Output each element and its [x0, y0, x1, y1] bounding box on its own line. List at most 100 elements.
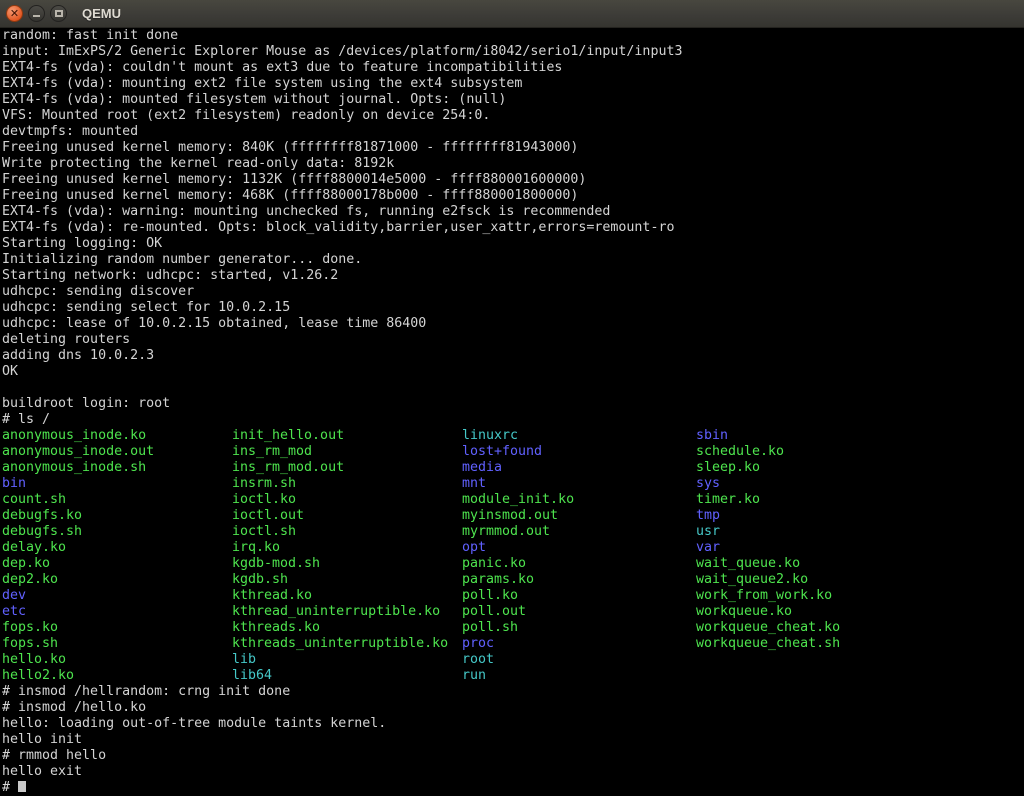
terminal-line: Freeing unused kernel memory: 468K (ffff…: [2, 188, 1024, 204]
ls-entry-exec: delay.ko: [2, 540, 232, 556]
terminal-screen[interactable]: random: fast init doneinput: ImExPS/2 Ge…: [0, 28, 1024, 796]
ls-entry-dir: tmp: [696, 508, 840, 524]
ls-entry-exec: myinsmod.out: [462, 508, 696, 524]
ls-entry-dir: bin: [2, 476, 232, 492]
ls-entry-exec: init_hello.out: [232, 428, 462, 444]
ls-entry-exec: anonymous_inode.ko: [2, 428, 232, 444]
terminal-line: hello init: [2, 732, 1024, 748]
ls-entry-link: lib: [232, 652, 462, 668]
ls-entry-exec: hello.ko: [2, 652, 232, 668]
ls-entry-exec: params.ko: [462, 572, 696, 588]
terminal-line: # rmmod hello: [2, 748, 1024, 764]
ls-entry-link: linuxrc: [462, 428, 696, 444]
minimize-icon: [33, 15, 40, 17]
ls-entry-dir: mnt: [462, 476, 696, 492]
ls-entry-exec: panic.ko: [462, 556, 696, 572]
ls-entry-exec: debugfs.sh: [2, 524, 232, 540]
ls-entry-exec: myrmmod.out: [462, 524, 696, 540]
terminal-line: buildroot login: root: [2, 396, 1024, 412]
terminal-line: # insmod /hellrandom: crng init done: [2, 684, 1024, 700]
terminal-line: devtmpfs: mounted: [2, 124, 1024, 140]
ls-entry-exec: hello2.ko: [2, 668, 232, 684]
terminal-line: udhcpc: sending discover: [2, 284, 1024, 300]
terminal-line: [2, 380, 1024, 396]
ls-entry-exec: ioctl.out: [232, 508, 462, 524]
terminal-line: adding dns 10.0.2.3: [2, 348, 1024, 364]
terminal-line: # insmod /hello.ko: [2, 700, 1024, 716]
terminal-line: udhcpc: lease of 10.0.2.15 obtained, lea…: [2, 316, 1024, 332]
ls-entry-exec: ins_rm_mod: [232, 444, 462, 460]
terminal-line: Starting network: udhcpc: started, v1.26…: [2, 268, 1024, 284]
terminal-line: Freeing unused kernel memory: 840K (ffff…: [2, 140, 1024, 156]
ls-output: anonymous_inode.koanonymous_inode.outano…: [2, 428, 1024, 684]
ls-entry-dir: sys: [696, 476, 840, 492]
ls-entry-exec: kthread_uninterruptible.ko: [232, 604, 462, 620]
terminal-line: # ls /: [2, 412, 1024, 428]
prompt-line: #: [2, 780, 1024, 796]
ls-entry-exec: count.sh: [2, 492, 232, 508]
ls-entry-exec: workqueue_cheat.sh: [696, 636, 840, 652]
ls-entry-dir: var: [696, 540, 840, 556]
ls-entry-exec: dep2.ko: [2, 572, 232, 588]
close-button[interactable]: ✕: [6, 5, 23, 22]
window-title: QEMU: [82, 6, 121, 21]
ls-entry-exec: poll.sh: [462, 620, 696, 636]
terminal-line: random: fast init done: [2, 28, 1024, 44]
ls-entry-exec: poll.out: [462, 604, 696, 620]
terminal-line: hello exit: [2, 764, 1024, 780]
ls-entry-exec: ioctl.sh: [232, 524, 462, 540]
maximize-icon: [55, 10, 63, 17]
qemu-window: ✕ QEMU random: fast init doneinput: ImEx…: [0, 0, 1024, 796]
terminal-line: Initializing random number generator... …: [2, 252, 1024, 268]
ls-entry-dir: opt: [462, 540, 696, 556]
ls-entry-exec: irq.ko: [232, 540, 462, 556]
ls-entry-exec: sleep.ko: [696, 460, 840, 476]
ls-entry-exec: anonymous_inode.sh: [2, 460, 232, 476]
ls-entry-exec: ioctl.ko: [232, 492, 462, 508]
session-log: # insmod /hellrandom: crng init done# in…: [2, 684, 1024, 780]
terminal-line: OK: [2, 364, 1024, 380]
ls-entry-exec: insrm.sh: [232, 476, 462, 492]
terminal-line: EXT4-fs (vda): warning: mounting uncheck…: [2, 204, 1024, 220]
maximize-button[interactable]: [50, 5, 67, 22]
terminal-line: deleting routers: [2, 332, 1024, 348]
ls-entry-exec: kgdb.sh: [232, 572, 462, 588]
ls-entry-exec: workqueue.ko: [696, 604, 840, 620]
ls-entry-dir: lost+found: [462, 444, 696, 460]
ls-entry-exec: workqueue_cheat.ko: [696, 620, 840, 636]
terminal-line: Starting logging: OK: [2, 236, 1024, 252]
terminal-line: EXT4-fs (vda): mounting ext2 file system…: [2, 76, 1024, 92]
window-titlebar[interactable]: ✕ QEMU: [0, 0, 1024, 28]
ls-entry-exec: schedule.ko: [696, 444, 840, 460]
ls-entry-exec: work_from_work.ko: [696, 588, 840, 604]
ls-entry-link: lib64: [232, 668, 462, 684]
ls-entry-exec: kthreads.ko: [232, 620, 462, 636]
ls-entry-exec: kthread.ko: [232, 588, 462, 604]
terminal-line: EXT4-fs (vda): mounted filesystem withou…: [2, 92, 1024, 108]
ls-entry-dir: proc: [462, 636, 696, 652]
cursor: [18, 781, 26, 792]
terminal-line: hello: loading out-of-tree module taints…: [2, 716, 1024, 732]
ls-column: init_hello.outins_rm_modins_rm_mod.outin…: [232, 428, 462, 684]
ls-entry-exec: fops.ko: [2, 620, 232, 636]
ls-entry-exec: dep.ko: [2, 556, 232, 572]
ls-entry-exec: debugfs.ko: [2, 508, 232, 524]
ls-entry-link: run: [462, 668, 696, 684]
prompt-text: #: [2, 780, 18, 795]
terminal-line: VFS: Mounted root (ext2 filesystem) read…: [2, 108, 1024, 124]
ls-entry-exec: fops.sh: [2, 636, 232, 652]
terminal-line: EXT4-fs (vda): couldn't mount as ext3 du…: [2, 60, 1024, 76]
ls-entry-dir: dev: [2, 588, 232, 604]
ls-entry-exec: anonymous_inode.out: [2, 444, 232, 460]
ls-entry-exec: module_init.ko: [462, 492, 696, 508]
minimize-button[interactable]: [28, 5, 45, 22]
ls-column: anonymous_inode.koanonymous_inode.outano…: [2, 428, 232, 684]
ls-column: sbinschedule.kosleep.kosystimer.kotmpusr…: [696, 428, 840, 684]
ls-entry-exec: kgdb-mod.sh: [232, 556, 462, 572]
ls-entry-exec: ins_rm_mod.out: [232, 460, 462, 476]
ls-entry-link: root: [462, 652, 696, 668]
terminal-line: input: ImExPS/2 Generic Explorer Mouse a…: [2, 44, 1024, 60]
ls-entry-exec: wait_queue.ko: [696, 556, 840, 572]
terminal-line: EXT4-fs (vda): re-mounted. Opts: block_v…: [2, 220, 1024, 236]
ls-entry-exec: wait_queue2.ko: [696, 572, 840, 588]
